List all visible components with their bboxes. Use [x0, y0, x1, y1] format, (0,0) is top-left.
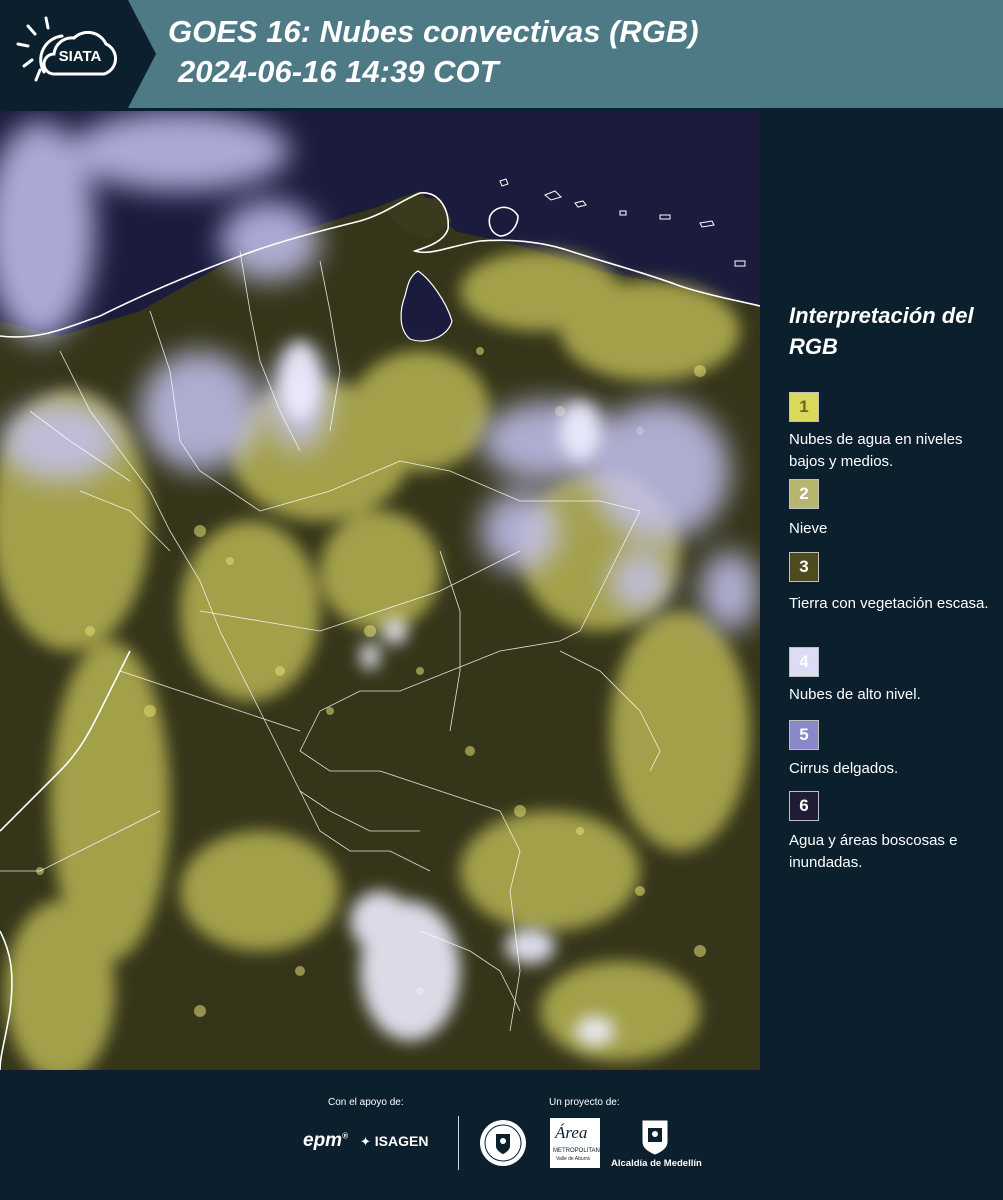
medellin-seal-icon — [480, 1120, 526, 1166]
legend-number: 4 — [799, 652, 809, 671]
alcaldia-shield-icon — [642, 1120, 668, 1155]
legend-swatch-1: 1 — [789, 392, 819, 422]
support-caption: Con el apoyo de: — [328, 1097, 404, 1108]
legend-number: 2 — [799, 484, 809, 503]
logo-text: SIATA — [59, 48, 102, 65]
logo-block: SIATA — [0, 0, 128, 108]
legend-swatch-2: 2 — [789, 479, 819, 509]
satellite-map — [0, 111, 760, 1070]
legend-number: 1 — [799, 397, 809, 416]
area-logo-subcaption: Valle de Aburrá — [556, 1156, 590, 1162]
legend-label-6: Agua y áreas boscosas e inundadas. — [789, 832, 958, 871]
legend-swatch-3: 3 — [789, 552, 819, 582]
siata-logo: SIATA — [16, 16, 117, 82]
footer-divider — [458, 1116, 459, 1170]
legend-title: Interpretación del RGB — [789, 303, 974, 359]
isagen-logo-text: ISAGEN — [374, 1133, 429, 1149]
legend-label-1: Nubes de agua en niveles bajos y medios. — [789, 431, 963, 470]
epm-logo: epm® — [303, 1130, 348, 1151]
legend-number: 3 — [799, 557, 809, 576]
area-logo-mark: Área — [555, 1123, 588, 1142]
alcaldia-caption: Alcaldía de Medellín — [611, 1158, 702, 1169]
legend-label-4: Nubes de alto nivel. — [789, 686, 921, 703]
isagen-logo: ✦ ISAGEN — [360, 1133, 428, 1150]
project-caption: Un proyecto de: — [549, 1097, 620, 1108]
epm-logo-text: epm — [303, 1130, 343, 1151]
legend-label-5: Cirrus delgados. — [789, 760, 899, 777]
header-bar: SIATA GOES 16: Nubes convectivas (RGB) 2… — [0, 0, 1003, 108]
logo-wedge — [128, 0, 156, 108]
isagen-icon: ✦ — [360, 1134, 371, 1149]
legend-swatch-5: 5 — [789, 720, 819, 750]
legend-swatch-4: 4 — [789, 647, 819, 677]
area-logo-caption: METROPOLITANA — [553, 1148, 604, 1154]
page-timestamp: 2024-06-16 14:39 COT — [178, 54, 499, 89]
legend-swatch-6: 6 — [789, 791, 819, 821]
satellite-image — [0, 111, 760, 1070]
legend-label-3: Tierra con vegetación escasa. — [789, 595, 989, 612]
legend-label-2: Nieve — [789, 520, 828, 537]
legend-number: 5 — [799, 725, 809, 744]
footer: Con el apoyo de: Un proyecto de: epm® ✦ … — [0, 1070, 1003, 1200]
legend-number: 6 — [799, 796, 809, 815]
area-metropolitana-logo: Área METROPOLITANA Valle de Aburrá — [550, 1118, 604, 1168]
legend-panel: Interpretación del RGB 1 Nubes de agua en… — [760, 111, 1003, 1070]
page-title: GOES 16: Nubes convectivas (RGB) — [168, 14, 699, 49]
